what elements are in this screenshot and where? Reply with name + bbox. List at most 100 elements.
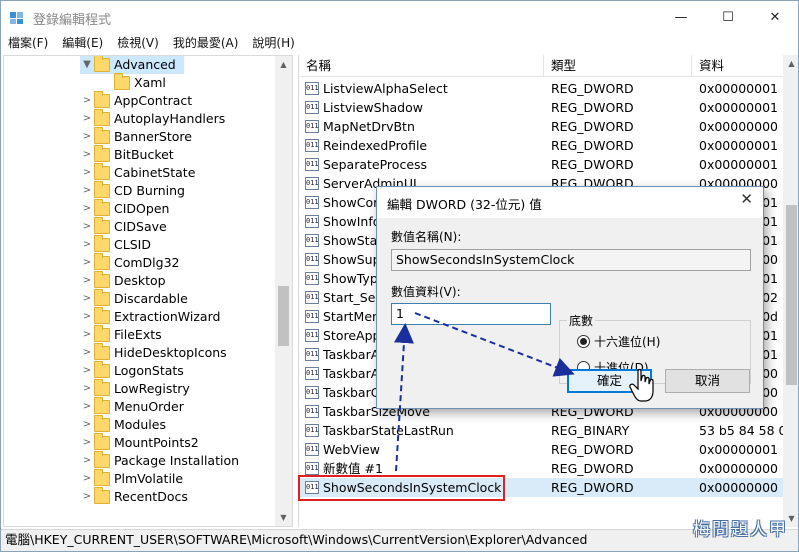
collapsed-arrow-icon[interactable]: >	[80, 452, 94, 470]
collapsed-arrow-icon[interactable]: >	[80, 470, 94, 488]
tree-node[interactable]: > AppContract	[80, 91, 192, 110]
collapsed-arrow-icon[interactable]: >	[80, 200, 94, 218]
collapsed-arrow-icon[interactable]: >	[80, 110, 94, 128]
column-header-data[interactable]: 資料	[692, 55, 784, 77]
collapsed-arrow-icon[interactable]: >	[80, 434, 94, 452]
radio-hexadecimal[interactable]: 十六進位(H)	[577, 335, 660, 349]
tree-node-label: ExtractionWizard	[114, 309, 221, 324]
folder-icon	[94, 235, 110, 252]
value-row[interactable]: 011 ReindexedProfile REG_DWORD 0x00000001 (…	[299, 136, 784, 155]
value-row[interactable]: 011 MapNetDrvBtn REG_DWORD 0x00000000 (0	[299, 117, 784, 136]
value-name: ListviewShadow	[323, 100, 423, 115]
scroll-up-arrow-icon[interactable]: ▲	[275, 56, 292, 73]
scrollbar-thumb[interactable]	[278, 286, 289, 346]
collapsed-arrow-icon[interactable]: >	[80, 308, 94, 326]
collapsed-arrow-icon[interactable]: >	[80, 128, 94, 146]
highlight-box	[298, 475, 505, 501]
menu-bar: 檔案(F) 編輯(E) 檢視(V) 我的最愛(A) 說明(H)	[1, 33, 798, 53]
tree-node[interactable]: > Desktop	[80, 271, 166, 290]
tree-node[interactable]: > CD Burning	[80, 181, 185, 200]
registry-value-icon: 011	[305, 462, 319, 475]
value-row[interactable]: 011 SeparateProcess REG_DWORD 0x00000001 (1	[299, 155, 784, 174]
tree-node[interactable]: > AutoplayHandlers	[80, 109, 225, 128]
tree-node[interactable]: > CIDSave	[80, 217, 167, 236]
collapsed-arrow-icon[interactable]: >	[80, 182, 94, 200]
title-bar: 登錄編輯程式 — ☐ ✕	[1, 1, 798, 33]
value-data-input[interactable]: 1	[391, 303, 551, 325]
collapsed-arrow-icon[interactable]: >	[80, 416, 94, 434]
value-row[interactable]: 011 ListviewAlphaSelect REG_DWORD 0x0000000…	[299, 79, 784, 98]
registry-value-icon: 011	[305, 424, 319, 437]
tree-node[interactable]: > BannerStore	[80, 127, 192, 146]
collapsed-arrow-icon[interactable]: >	[80, 380, 94, 398]
column-header-name[interactable]: 名稱	[299, 55, 544, 77]
tree-node[interactable]: > CIDOpen	[80, 199, 170, 218]
tree-node[interactable]: > LowRegistry	[80, 379, 190, 398]
collapsed-arrow-icon[interactable]: >	[80, 272, 94, 290]
scroll-down-arrow-icon[interactable]: ▼	[275, 509, 292, 526]
collapsed-arrow-icon[interactable]: >	[80, 254, 94, 272]
tree-node[interactable]: > CabinetState	[80, 163, 195, 182]
expand-arrow-icon[interactable]: ▼	[80, 56, 94, 74]
collapsed-arrow-icon[interactable]: >	[80, 488, 94, 506]
value-type: REG_DWORD	[551, 461, 634, 476]
collapsed-arrow-icon[interactable]: >	[80, 236, 94, 254]
collapsed-arrow-icon[interactable]: >	[80, 362, 94, 380]
tree-node[interactable]: > Modules	[80, 415, 166, 434]
collapsed-arrow-icon[interactable]: >	[80, 344, 94, 362]
value-type: REG_DWORD	[551, 157, 634, 172]
minimize-button[interactable]: —	[658, 1, 704, 33]
menu-favorites[interactable]: 我的最愛(A)	[166, 33, 246, 53]
tree-node[interactable]: > FileExts	[80, 325, 162, 344]
registry-value-icon: 011	[305, 367, 319, 380]
tree-node-label: HideDesktopIcons	[114, 345, 227, 360]
tree-node[interactable]: > Discardable	[80, 289, 188, 308]
collapsed-arrow-icon[interactable]: >	[80, 146, 94, 164]
value-data: 0x00000000 (0	[699, 480, 784, 495]
tree-node-xaml[interactable]: Xaml	[114, 73, 166, 92]
collapsed-arrow-icon[interactable]: >	[80, 290, 94, 308]
value-row[interactable]: 011 TaskbarStateLastRun REG_BINARY 53 b5 84…	[299, 421, 784, 440]
value-row[interactable]: 011 WebView REG_DWORD 0x00000001 (1	[299, 440, 784, 459]
tree-node[interactable]: > Package Installation	[80, 451, 239, 470]
tree-node-advanced[interactable]: ▼ Advanced	[80, 56, 184, 74]
tree-node-label: Desktop	[114, 273, 166, 288]
value-name: MapNetDrvBtn	[323, 119, 415, 134]
collapsed-arrow-icon[interactable]: >	[80, 164, 94, 182]
folder-icon	[94, 145, 110, 162]
tree-node[interactable]: > PlmVolatile	[80, 469, 183, 488]
column-header-type[interactable]: 類型	[544, 55, 692, 77]
maximize-button[interactable]: ☐	[705, 1, 751, 33]
menu-file[interactable]: 檔案(F)	[1, 33, 55, 53]
ok-button[interactable]: 確定	[567, 369, 652, 393]
menu-help[interactable]: 說明(H)	[245, 33, 301, 53]
menu-view[interactable]: 檢視(V)	[110, 33, 166, 53]
collapsed-arrow-icon[interactable]: >	[80, 326, 94, 344]
tree-node-label: CIDOpen	[114, 201, 170, 216]
tree-node[interactable]: > CLSID	[80, 235, 151, 254]
tree-node[interactable]: > ExtractionWizard	[80, 307, 221, 326]
folder-icon	[94, 181, 110, 198]
dialog-close-button[interactable]: ✕	[740, 190, 753, 208]
list-scrollbar[interactable]: ▲ ▼	[783, 55, 798, 527]
close-button[interactable]: ✕	[752, 1, 798, 33]
value-name: TaskbarStateLastRun	[323, 423, 454, 438]
tree-scrollbar[interactable]: ▲ ▼	[275, 56, 292, 526]
tree-node[interactable]: > LogonStats	[80, 361, 184, 380]
collapsed-arrow-icon[interactable]: >	[80, 92, 94, 110]
value-row[interactable]: 011 ListviewShadow REG_DWORD 0x00000001 (1	[299, 98, 784, 117]
tree-node[interactable]: > MenuOrder	[80, 397, 184, 416]
scroll-up-arrow-icon[interactable]: ▲	[783, 55, 798, 72]
collapsed-arrow-icon[interactable]: >	[80, 398, 94, 416]
tree-node[interactable]: > RecentDocs	[80, 487, 188, 506]
scrollbar-thumb[interactable]	[786, 205, 797, 385]
menu-edit[interactable]: 編輯(E)	[55, 33, 110, 53]
tree-node[interactable]: > ComDlg32	[80, 253, 180, 272]
value-data: 0x00000000 (0	[699, 119, 784, 134]
tree-node[interactable]: > MountPoints2	[80, 433, 199, 452]
tree-node[interactable]: > HideDesktopIcons	[80, 343, 227, 362]
cancel-button[interactable]: 取消	[665, 369, 750, 393]
collapsed-arrow-icon[interactable]: >	[80, 218, 94, 236]
registry-editor-window: 登錄編輯程式 — ☐ ✕ 檔案(F) 編輯(E) 檢視(V) 我的最愛(A) 說…	[0, 0, 799, 552]
tree-node[interactable]: > BitBucket	[80, 145, 174, 164]
